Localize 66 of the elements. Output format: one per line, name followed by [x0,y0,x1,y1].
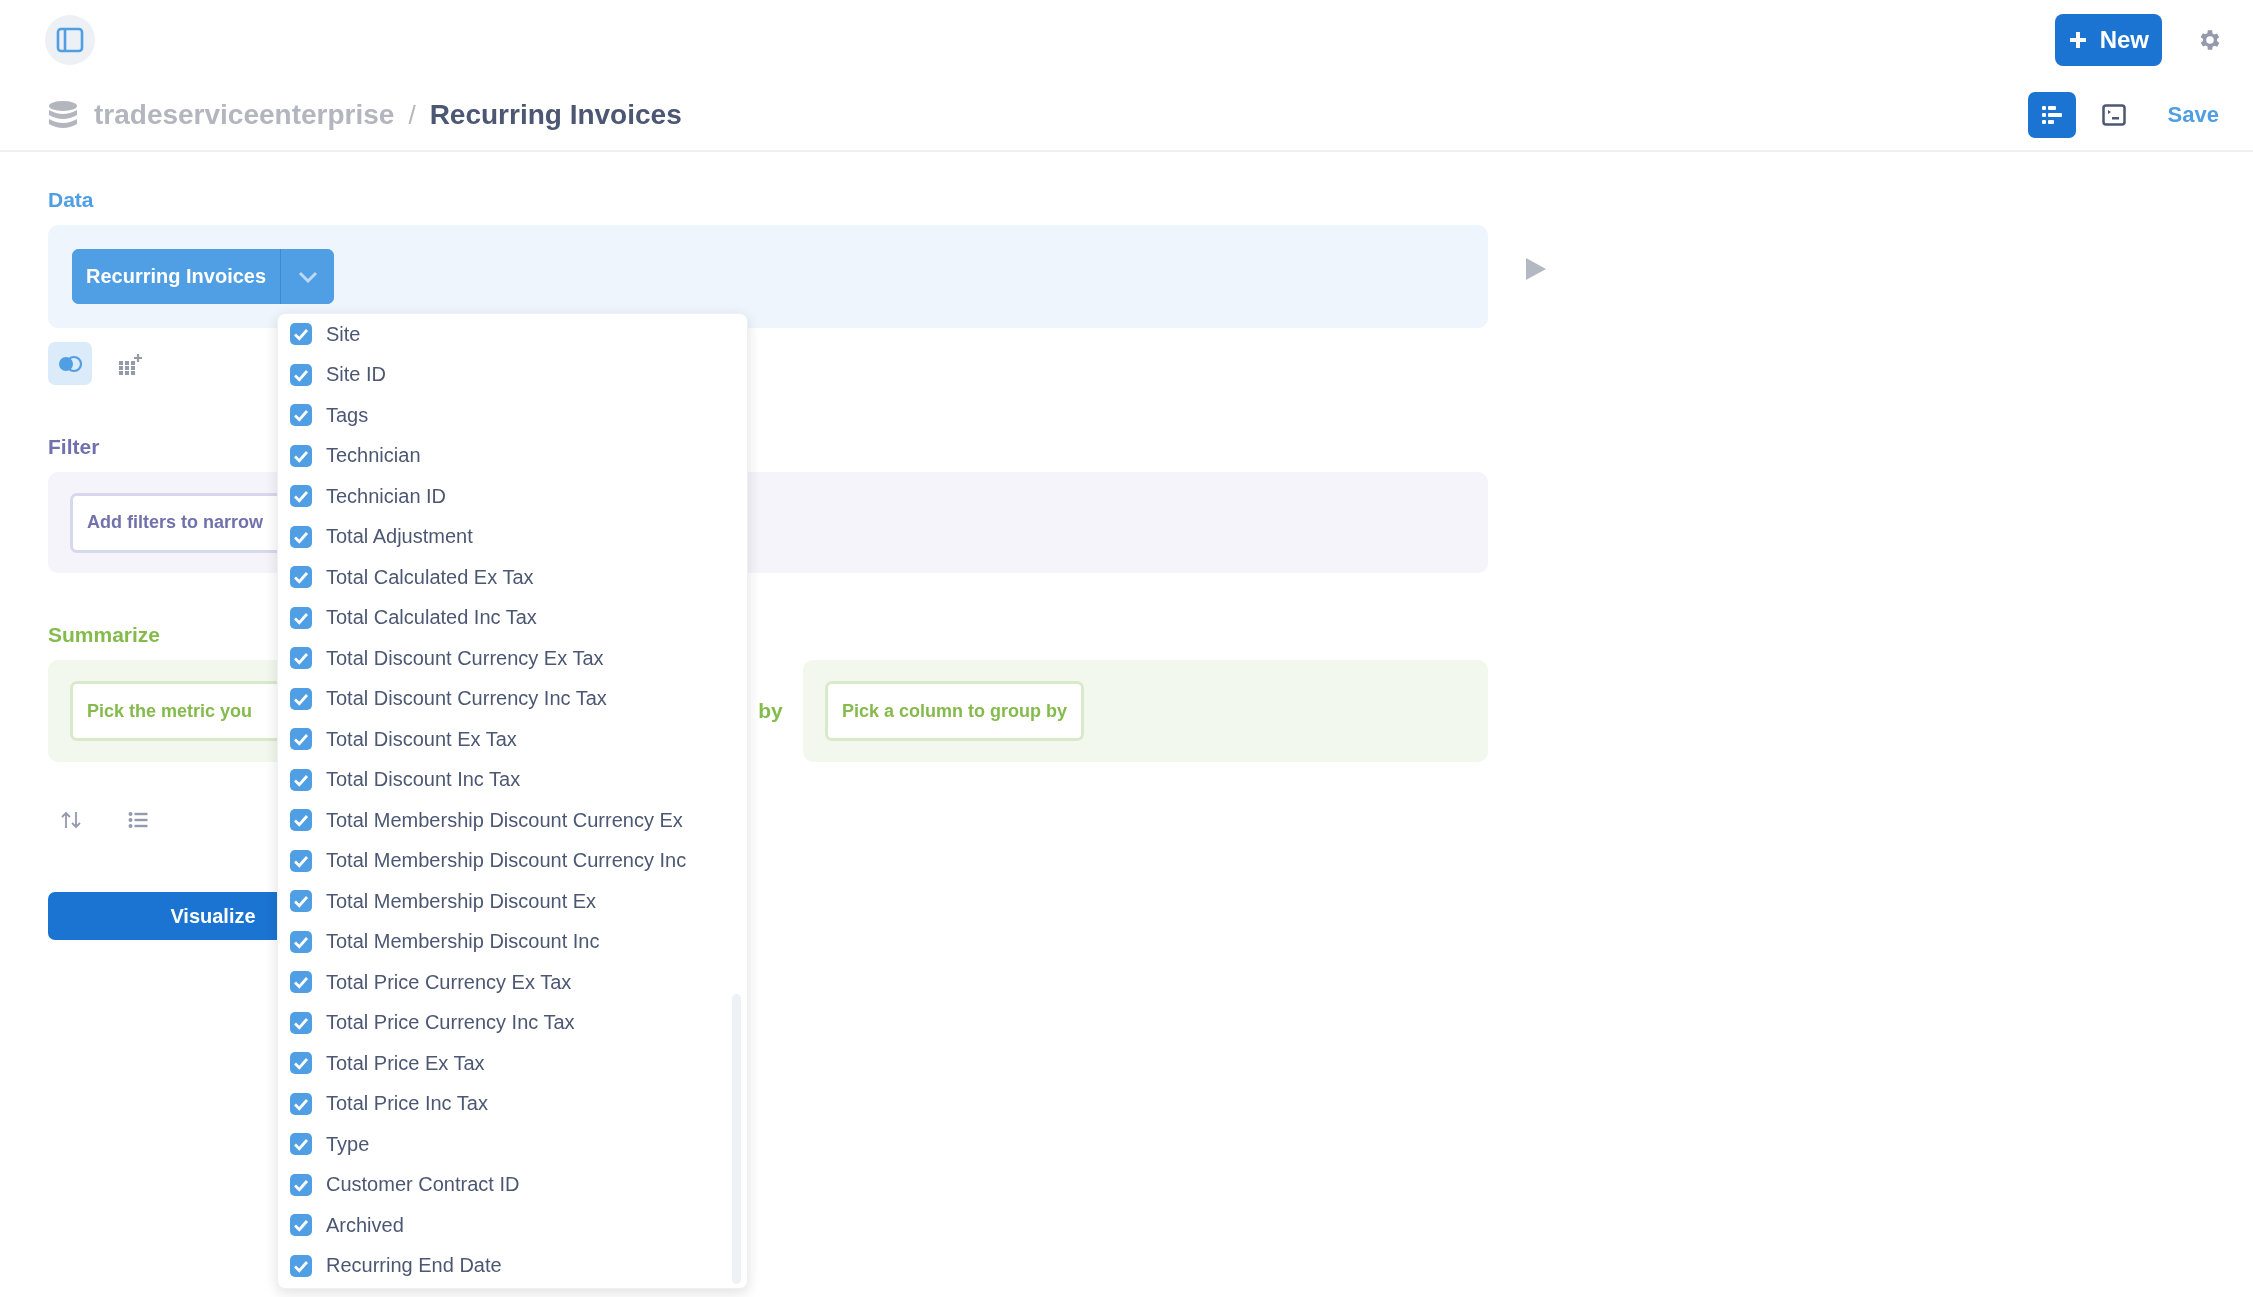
new-button[interactable]: New [2054,14,2162,66]
column-label[interactable]: Total Price Currency Inc Tax [326,1011,575,1035]
checkbox[interactable] [290,1133,312,1156]
column-label[interactable]: Total Discount Inc Tax [326,768,521,792]
checkbox[interactable] [290,566,312,589]
checkbox[interactable] [290,728,312,751]
summarize-step-label: Summarize [48,623,161,647]
checkbox[interactable] [290,606,312,629]
checkbox[interactable] [290,809,312,832]
column-label[interactable]: Total Price Ex Tax [326,1051,485,1075]
checkbox[interactable] [290,1214,312,1237]
checkbox[interactable] [290,687,312,710]
filter-step-label: Filter [48,435,100,459]
column-label[interactable]: Total Calculated Ex Tax [326,565,534,589]
checkbox[interactable] [290,444,312,467]
checkbox[interactable] [290,890,312,913]
checkbox[interactable] [290,1092,312,1115]
database-icon [48,100,78,130]
checkbox[interactable] [290,323,312,346]
chevron-down-icon [297,270,318,283]
run-icon[interactable] [1526,258,1546,280]
checkbox[interactable] [290,1052,312,1075]
checkbox[interactable] [290,363,312,386]
question-title: Recurring Invoices [429,99,682,131]
console-icon [2101,103,2126,127]
checkbox[interactable] [290,404,312,427]
column-label[interactable]: Total Discount Ex Tax [326,727,517,751]
column-label[interactable]: Total Membership Discount Currency Ex [326,808,683,832]
checkbox[interactable] [290,971,312,994]
column-label[interactable]: Total Discount Currency Ex Tax [326,646,604,670]
list-icon[interactable] [128,811,148,829]
column-label[interactable]: Total Adjustment [326,525,473,549]
checkbox[interactable] [290,1011,312,1034]
checkbox[interactable] [290,647,312,670]
column-label[interactable]: Site [326,322,361,346]
checkbox[interactable] [290,930,312,953]
sidebar-toggle-icon[interactable] [45,15,95,65]
checkbox[interactable] [290,485,312,508]
column-label[interactable]: Customer Contract ID [326,1173,520,1197]
column-label[interactable]: Tags [326,403,369,427]
column-label[interactable]: Recurring End Date [326,1254,502,1278]
column-label[interactable]: Total Calculated Inc Tax [326,606,537,630]
column-label[interactable]: Total Membership Discount Currency Inc [326,849,687,873]
checkbox[interactable] [290,1254,312,1277]
list-icon [2039,103,2064,127]
checkbox[interactable] [290,525,312,548]
column-label[interactable]: Total Price Inc Tax [326,1092,488,1116]
checkbox[interactable] [290,1173,312,1196]
data-step-label: Data [48,188,94,212]
breadcrumb-separator: / [408,99,416,131]
sort-icon[interactable] [60,810,82,830]
column-label[interactable]: Technician ID [326,484,447,508]
join-button[interactable] [48,342,92,385]
join-icon [57,353,83,374]
column-label[interactable]: Type [326,1132,370,1156]
add-column-icon[interactable] [118,352,142,375]
column-label[interactable]: Site ID [326,363,387,387]
column-label[interactable]: Total Discount Currency Inc Tax [326,687,607,711]
checkbox[interactable] [290,768,312,791]
group-by-label: by [757,699,784,723]
column-label[interactable]: Total Price Currency Ex Tax [326,970,572,994]
checkbox[interactable] [290,849,312,872]
column-label[interactable]: Technician [326,444,421,468]
plus-icon [2067,30,2088,50]
column-label[interactable]: Archived [326,1213,404,1237]
notebook-view-button[interactable] [2027,92,2076,138]
